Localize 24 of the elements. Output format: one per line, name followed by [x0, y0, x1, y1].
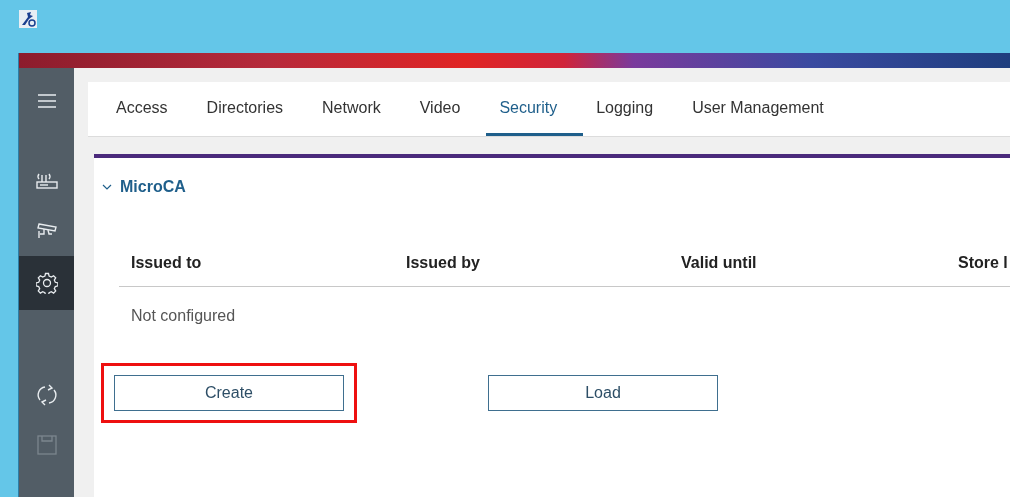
- column-header: Store l: [958, 254, 1009, 272]
- empty-message: Not configured: [130, 306, 237, 325]
- refresh-icon: [34, 383, 59, 407]
- column-header: Issued to: [131, 254, 203, 272]
- action-button[interactable]: Load: [488, 375, 718, 411]
- tab[interactable]: Access: [103, 82, 194, 136]
- tab[interactable]: Security: [486, 82, 584, 136]
- settings-button[interactable]: [19, 256, 74, 310]
- column-header: Issued by: [406, 254, 481, 272]
- save-icon: [36, 435, 57, 455]
- tab[interactable]: User Management: [679, 82, 850, 136]
- tab[interactable]: Directories: [193, 82, 310, 136]
- camera-icon: [35, 221, 58, 241]
- section-header[interactable]: MicroCA: [94, 158, 186, 196]
- chevron-icon: [102, 184, 112, 190]
- tab[interactable]: Logging: [583, 82, 680, 136]
- tab[interactable]: Video: [406, 82, 487, 136]
- app-logo-icon: [19, 9, 37, 28]
- column-header: Valid until: [681, 254, 758, 272]
- menu-icon: [37, 94, 56, 108]
- settings-icon: [35, 272, 58, 294]
- tab[interactable]: Network: [309, 82, 407, 136]
- router-icon: [35, 172, 58, 190]
- action-button[interactable]: Create: [114, 375, 344, 411]
